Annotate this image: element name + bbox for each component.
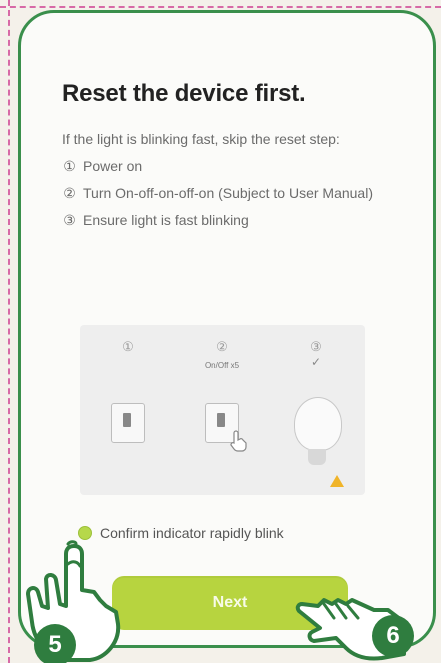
panel-number: ② bbox=[216, 339, 228, 354]
instruction-intro: If the light is blinking fast, skip the … bbox=[62, 131, 340, 147]
wall-switch-icon bbox=[111, 403, 145, 443]
step-text: Turn On-off-on-off-on (Subject to User M… bbox=[83, 185, 373, 201]
bulb-base bbox=[308, 449, 326, 465]
page-title: Reset the device first. bbox=[62, 80, 306, 107]
step-badge-5: 5 bbox=[34, 624, 76, 663]
step-badge-6: 6 bbox=[372, 615, 414, 657]
instruction-step-3: ③ Ensure light is fast blinking bbox=[62, 207, 377, 234]
step-number: ③ bbox=[63, 212, 76, 228]
hand-press-icon bbox=[230, 430, 247, 452]
instruction-step-1: ① Power on bbox=[62, 153, 377, 180]
illustration-panel-blink: ③ ✓ bbox=[270, 325, 365, 495]
confirm-label: Confirm indicator rapidly blink bbox=[100, 525, 284, 541]
screenshot-frame: Reset the device first. If the light is … bbox=[0, 0, 441, 663]
panel-caption: On/Off x5 bbox=[204, 361, 240, 370]
step-text: Power on bbox=[83, 158, 143, 174]
step-number: ① bbox=[63, 158, 76, 174]
reset-illustration: ① ② On/Off x5 ③ ✓ bbox=[80, 325, 365, 495]
checkmark-icon: ✓ bbox=[310, 355, 322, 369]
panel-number: ① bbox=[122, 339, 134, 354]
dashed-guide-left bbox=[8, 0, 12, 663]
light-bulb-icon bbox=[294, 397, 342, 451]
illustration-panel-power-on: ① bbox=[80, 325, 175, 495]
warning-icon bbox=[330, 475, 344, 487]
instructions: If the light is blinking fast, skip the … bbox=[62, 126, 377, 234]
step-text: Ensure light is fast blinking bbox=[83, 212, 249, 228]
instruction-step-2: ② Turn On-off-on-off-on (Subject to User… bbox=[62, 180, 377, 207]
panel-number: ③ bbox=[310, 339, 322, 354]
step-number: ② bbox=[63, 185, 76, 201]
illustration-panel-toggle: ② On/Off x5 bbox=[175, 325, 270, 495]
